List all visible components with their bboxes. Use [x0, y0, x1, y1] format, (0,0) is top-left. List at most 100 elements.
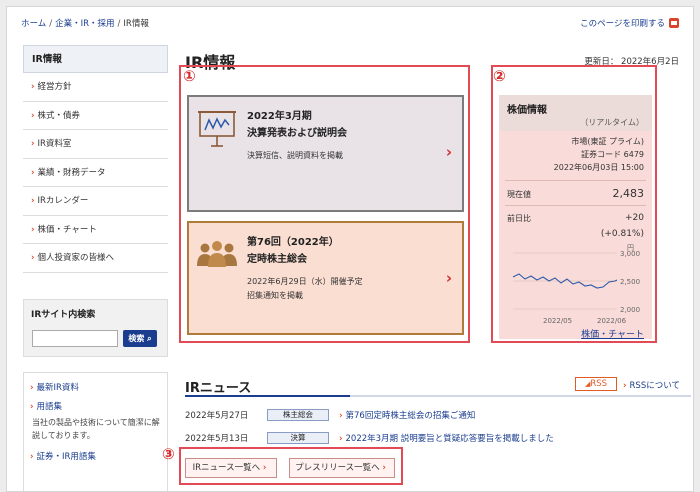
sidebar-item-label: 株式・債券 — [37, 110, 81, 121]
sidebar-item-label: IRカレンダー — [37, 196, 89, 206]
link-glossary[interactable]: › 用語集 — [30, 400, 161, 412]
price-value: 2,483 — [612, 187, 645, 200]
people-group-icon — [197, 241, 237, 267]
stock-chart-link[interactable]: 株価・チャート — [581, 327, 644, 340]
breadcrumb-corporate[interactable]: 企業・IR・採用 — [55, 19, 114, 29]
card1-title-line1: 2022年3月期 — [247, 111, 312, 122]
glossary-description: 当社の製品や技術について簡潔に解説しております。 — [32, 418, 160, 440]
chevron-right-icon: › — [339, 411, 343, 421]
change-pct-value: (+0.81%) — [600, 229, 644, 239]
price-label: 現在値 — [507, 190, 531, 199]
press-release-list-button[interactable]: プレスリリース一覧へ › — [289, 458, 395, 478]
rss-button[interactable]: ◢RSS — [575, 377, 617, 391]
sidebar-item-calendar[interactable]: › IRカレンダー — [23, 187, 168, 216]
news-tag: 決算 — [267, 432, 329, 444]
chevron-right-icon: › — [31, 253, 35, 263]
breadcrumb: ホーム / 企業・IR・採用 / IR情報 — [21, 19, 149, 29]
presentation-chart-icon — [198, 111, 236, 147]
stock-title: 株価情報 — [507, 105, 547, 116]
chevron-right-icon: › — [445, 143, 452, 161]
link-securities-glossary[interactable]: › 証券・IR用語集 — [30, 450, 161, 462]
ir-news-list-button[interactable]: IRニュース一覧へ › — [185, 458, 277, 478]
rss-about-link[interactable]: › RSSについて — [623, 379, 680, 391]
breadcrumb-home[interactable]: ホーム — [21, 19, 46, 29]
card2-title-line1: 第76回（2022年） — [247, 237, 339, 248]
chevron-right-icon: › — [30, 452, 34, 462]
annotation-marker-3: ③ — [162, 445, 175, 463]
sidebar-item-stock-bond[interactable]: › 株式・債券 — [23, 102, 168, 130]
stock-realtime: （リアルタイム） — [580, 118, 644, 127]
chevron-right-icon: › — [30, 402, 34, 412]
annotation-marker-2: ② — [493, 67, 506, 85]
news-date: 2022年5月27日 — [185, 411, 249, 421]
divider — [505, 180, 646, 181]
sidebar-item-policy[interactable]: › 経営方針 — [23, 73, 168, 102]
chevron-right-icon: › — [623, 381, 627, 391]
stock-panel: 株価情報 （リアルタイム） 市場(東証 プライム) 証券コード 6479 202… — [499, 95, 652, 340]
chevron-right-icon: › — [339, 434, 343, 444]
news-title-text: 2022年3月期 説明要旨と質疑応答要旨を掲載しました — [345, 434, 554, 444]
y-tick-3000: 3,000 — [620, 250, 640, 258]
news-item: 2022年5月13日 決算 › 2022年3月期 説明要旨と質疑応答要旨を掲載しま… — [185, 432, 554, 446]
card2-title-line2: 定時株主総会 — [247, 254, 307, 265]
button-label: プレスリリース一覧へ — [295, 463, 380, 473]
news-divider — [185, 395, 691, 397]
chevron-right-icon: › — [31, 224, 35, 235]
card1-title-line2: 決算発表および説明会 — [247, 128, 347, 139]
chevron-right-icon: › — [31, 82, 35, 92]
sidebar-item-ir-library[interactable]: › IR資料室 — [23, 130, 168, 159]
print-label[interactable]: このページを印刷する — [580, 17, 665, 29]
link-label: 証券・IR用語集 — [36, 452, 96, 462]
chevron-right-icon: › — [31, 167, 35, 178]
sidebar-header[interactable]: IR情報 — [23, 45, 168, 73]
divider — [505, 205, 646, 206]
chevron-right-icon: › — [262, 463, 267, 473]
card2-subtitle-line1: 2022年6月29日（水）開催予定 — [247, 277, 363, 286]
print-link[interactable]: このページを印刷する — [580, 17, 679, 29]
news-date: 2022年5月13日 — [185, 434, 249, 444]
site-search: IRサイト内検索 検索 ⌕ — [23, 299, 168, 357]
sidebar: IR情報 › 経営方針 › 株式・債券 › IR資料室 › 業績・財務データ › IRカレ… — [23, 45, 168, 273]
sidebar-links: › 最新IR資料 › 用語集 当社の製品や技術について簡潔に解説しております。 › 証… — [23, 372, 168, 491]
card1-subtitle: 決算短信、説明資料を掲載 — [247, 151, 343, 160]
stock-header: 株価情報 （リアルタイム） — [499, 95, 652, 131]
stock-change-row: 前日比 +20 — [507, 213, 644, 224]
printer-icon — [669, 18, 679, 28]
breadcrumb-current: IR情報 — [123, 19, 149, 29]
link-latest-ir[interactable]: › 最新IR資料 — [30, 381, 161, 393]
search-icon: ⌕ — [147, 334, 152, 343]
rss-label: RSS — [590, 379, 608, 389]
link-label: 最新IR資料 — [36, 383, 79, 393]
search-title: IRサイト内検索 — [31, 310, 96, 320]
sidebar-item-individual[interactable]: › 個人投資家の皆様へ — [23, 244, 168, 273]
search-input[interactable] — [32, 330, 118, 347]
change-value: +20 — [625, 213, 644, 223]
x-tick-2022-06: 2022/06 — [597, 317, 627, 325]
y-tick-2500: 2,500 — [620, 278, 640, 286]
news-link[interactable]: › 第76回定時株主総会の招集ご通知 — [339, 409, 475, 423]
stock-market: 市場(東証 プライム) — [571, 137, 644, 146]
link-label: 用語集 — [36, 402, 63, 412]
news-link[interactable]: › 2022年3月期 説明要旨と質疑応答要旨を掲載しました — [339, 432, 554, 446]
sidebar-item-chart[interactable]: › 株価・チャート — [23, 216, 168, 244]
x-tick-2022-05: 2022/05 — [543, 317, 572, 325]
stock-chart: 円 3,000 2,500 2,000 2022/05 2022/06 — [512, 244, 640, 325]
search-button[interactable]: 検索 ⌕ — [123, 330, 157, 347]
chevron-right-icon: › — [31, 196, 35, 206]
card-financial-results[interactable]: 2022年3月期 決算発表および説明会 決算短信、説明資料を掲載 › — [187, 95, 464, 212]
stock-price-row: 現在値 2,483 — [507, 187, 645, 200]
stock-info: 市場(東証 プライム) 証券コード 6479 2022年06月03日 15:00 — [499, 131, 652, 174]
chevron-right-icon: › — [30, 383, 34, 393]
page: ホーム / 企業・IR・採用 / IR情報 このページを印刷する IR情報 › 経営方針 … — [6, 6, 694, 492]
news-tag: 株主総会 — [267, 409, 329, 421]
news-title: IRニュース — [185, 381, 252, 396]
sidebar-item-financial[interactable]: › 業績・財務データ — [23, 159, 168, 187]
card-shareholders-meeting[interactable]: 第76回（2022年） 定時株主総会 2022年6月29日（水）開催予定 招集通… — [187, 221, 464, 335]
sidebar-item-label: 株価・チャート — [37, 224, 97, 235]
stock-datetime: 2022年06月03日 15:00 — [553, 163, 644, 172]
annotation-marker-1: ① — [183, 67, 196, 85]
search-button-label: 検索 — [128, 334, 145, 343]
y-tick-2000: 2,000 — [620, 306, 640, 314]
chevron-right-icon: › — [382, 463, 386, 473]
rss-about-label: RSSについて — [629, 381, 680, 391]
